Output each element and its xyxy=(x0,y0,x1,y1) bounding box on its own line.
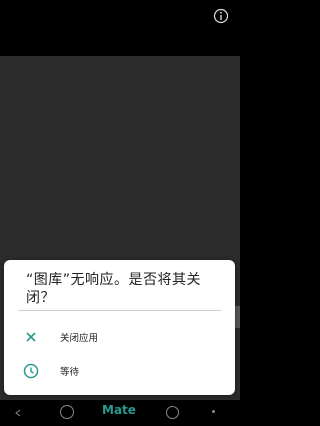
navigation-bar: Mate xyxy=(0,400,240,426)
side-handle xyxy=(235,306,240,328)
wait-label: 等待 xyxy=(60,367,80,378)
close-app-button[interactable]: 关闭应用 xyxy=(4,322,235,352)
nav-extra-dot xyxy=(212,410,215,413)
close-app-label: 关闭应用 xyxy=(60,333,99,344)
back-icon[interactable] xyxy=(14,409,22,417)
home-button[interactable] xyxy=(60,405,74,419)
app-not-responding-dialog: “图库”无响应。是否将其关闭？ 关闭应用 等待 xyxy=(4,260,235,395)
close-icon xyxy=(26,332,36,342)
recent-apps-button[interactable] xyxy=(166,406,179,419)
clock-icon xyxy=(23,363,39,379)
divider xyxy=(18,310,221,311)
info-icon[interactable] xyxy=(213,8,229,24)
wait-button[interactable]: 等待 xyxy=(4,356,235,386)
top-bar xyxy=(0,0,240,56)
dialog-title: “图库”无响应。是否将其关闭？ xyxy=(26,272,202,306)
nav-logo: Mate xyxy=(102,403,136,417)
